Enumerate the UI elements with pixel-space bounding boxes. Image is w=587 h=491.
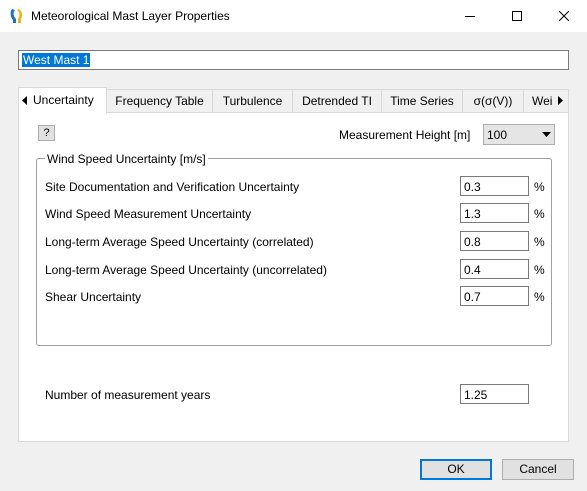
- minimize-icon: [465, 16, 475, 17]
- site-documentation-unit: %: [534, 180, 545, 194]
- tab-detrended-ti-label: Detrended TI: [302, 94, 372, 108]
- tab-scroll-left-icon[interactable]: [22, 96, 28, 105]
- app-icon: [10, 9, 23, 23]
- tab-uncertainty-label: Uncertainty: [33, 93, 94, 107]
- lt-correlated-input[interactable]: 0.8: [460, 231, 529, 251]
- window-title: Meteorological Mast Layer Properties: [31, 9, 230, 23]
- tab-sigma-sigma-v-label: σ(σ(V)): [473, 94, 513, 108]
- wind-speed-measurement-label: Wind Speed Measurement Uncertainty: [45, 207, 252, 221]
- shear-uncertainty-input[interactable]: 0.7: [460, 286, 529, 306]
- layer-name-input[interactable]: West Mast 1: [18, 50, 569, 70]
- close-icon: [559, 11, 569, 21]
- tab-weibull-label: Wei: [532, 94, 553, 108]
- help-button[interactable]: ?: [38, 125, 55, 141]
- site-documentation-label: Site Documentation and Verification Unce…: [45, 180, 300, 194]
- measurement-years-input[interactable]: 1.25: [460, 384, 529, 404]
- wind-speed-measurement-unit: %: [534, 207, 545, 221]
- group-title: Wind Speed Uncertainty [m/s]: [45, 152, 208, 166]
- lt-uncorrelated-unit: %: [534, 263, 545, 277]
- tab-uncertainty[interactable]: Uncertainty: [18, 87, 107, 114]
- measurement-height-value: 100: [487, 128, 508, 142]
- title-bar: Meteorological Mast Layer Properties: [0, 0, 587, 32]
- tab-turbulence-label: Turbulence: [222, 94, 283, 108]
- measurement-height-select[interactable]: 100: [483, 124, 555, 145]
- tab-time-series[interactable]: Time Series: [381, 89, 463, 113]
- tab-frequency-table[interactable]: Frequency Table: [106, 89, 213, 113]
- lt-uncorrelated-label: Long-term Average Speed Uncertainty (unc…: [45, 263, 327, 277]
- wind-speed-measurement-input[interactable]: 1.3: [460, 203, 529, 223]
- uncertainty-panel: ? Measurement Height [m] 100 Wind Speed …: [18, 112, 569, 442]
- chevron-down-icon: [542, 132, 551, 137]
- shear-uncertainty-unit: %: [534, 290, 545, 304]
- measurement-height-label: Measurement Height [m]: [339, 128, 471, 142]
- lt-correlated-unit: %: [534, 235, 545, 249]
- tab-strip: Uncertainty Frequency Table Turbulence D…: [18, 87, 569, 114]
- close-button[interactable]: [541, 0, 587, 32]
- tab-sigma-sigma-v[interactable]: σ(σ(V)): [462, 89, 524, 113]
- maximize-icon: [512, 11, 522, 21]
- ok-button[interactable]: OK: [420, 459, 492, 480]
- tab-scroll-right-icon[interactable]: [557, 96, 563, 105]
- tab-detrended-ti[interactable]: Detrended TI: [292, 89, 382, 113]
- measurement-years-label: Number of measurement years: [45, 388, 211, 402]
- tab-time-series-label: Time Series: [390, 94, 454, 108]
- tab-turbulence[interactable]: Turbulence: [212, 89, 293, 113]
- layer-name-value: West Mast 1: [22, 53, 91, 67]
- tab-frequency-table-label: Frequency Table: [115, 94, 204, 108]
- shear-uncertainty-label: Shear Uncertainty: [45, 290, 142, 304]
- minimize-button[interactable]: [447, 0, 493, 32]
- maximize-button[interactable]: [494, 0, 540, 32]
- lt-correlated-label: Long-term Average Speed Uncertainty (cor…: [45, 235, 314, 249]
- lt-uncorrelated-input[interactable]: 0.4: [460, 259, 529, 279]
- cancel-button[interactable]: Cancel: [502, 459, 574, 480]
- site-documentation-input[interactable]: 0.3: [460, 176, 529, 196]
